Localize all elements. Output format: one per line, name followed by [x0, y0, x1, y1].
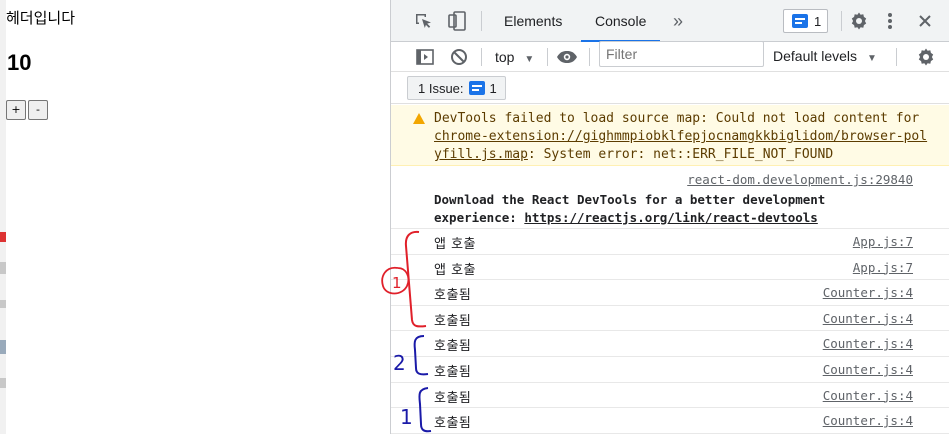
toolbar-divider — [896, 48, 897, 66]
issues-badge[interactable]: 1 — [783, 9, 828, 33]
issues-badge-count: 1 — [814, 13, 822, 29]
more-tabs-icon[interactable]: » — [673, 0, 683, 42]
close-icon[interactable] — [915, 11, 935, 31]
increment-button[interactable]: + — [6, 100, 26, 120]
toolbar-divider — [481, 11, 482, 31]
log-row: 호출됨 Counter.js:4 — [391, 408, 949, 434]
context-selector[interactable]: top ▼ — [495, 42, 534, 72]
log-message: 호출됨 — [434, 416, 472, 432]
log-source-link[interactable]: Counter.js:4 — [823, 413, 913, 428]
counter-buttons: + - — [6, 100, 48, 120]
devtools-panel: Elements Console » 1 top ▼ Filter Defaul… — [390, 0, 949, 434]
log-source-link[interactable]: Counter.js:4 — [823, 336, 913, 351]
tab-console[interactable]: Console — [581, 0, 661, 42]
devtools-tabbar: Elements Console » 1 — [391, 0, 949, 42]
page-header: 헤더입니다 — [6, 9, 76, 27]
log-source-link[interactable]: Counter.js:4 — [823, 285, 913, 300]
log-source-link[interactable]: Counter.js:4 — [823, 311, 913, 326]
console-settings-gear-icon[interactable] — [916, 47, 936, 67]
log-row: 앱 호출 App.js:7 — [391, 229, 949, 255]
react-devtools-link[interactable]: https://reactjs.org/link/react-devtools — [524, 210, 818, 225]
sidebar-toggle-icon[interactable] — [415, 47, 435, 67]
react-devtools-text: Download the React DevTools for a better… — [434, 192, 826, 225]
issues-bar-count: 1 — [489, 80, 497, 96]
issues-button[interactable]: 1 Issue: 1 — [407, 76, 506, 100]
page-frame: 헤더입니다 10 + - — [6, 0, 390, 434]
warning-message: DevTools failed to load source map: Coul… — [391, 105, 949, 166]
log-source-link[interactable]: App.js:7 — [853, 234, 913, 249]
more-options-icon[interactable] — [883, 11, 897, 31]
warning-triangle-icon — [413, 113, 425, 124]
log-row: 호출됨 Counter.js:4 — [391, 306, 949, 332]
settings-gear-icon[interactable] — [849, 11, 869, 31]
toolbar-divider — [481, 48, 482, 66]
log-row: 호출됨 Counter.js:4 — [391, 357, 949, 383]
toolbar-divider — [547, 48, 548, 66]
issues-bar-label: 1 Issue: — [418, 80, 464, 96]
live-expression-eye-icon[interactable] — [556, 47, 578, 67]
dropdown-arrow-icon: ▼ — [524, 54, 535, 65]
toolbar-divider — [589, 48, 590, 66]
log-message: 호출됨 — [434, 313, 472, 329]
dropdown-arrow-icon: ▼ — [866, 53, 877, 64]
issues-bar: 1 Issue: 1 — [391, 73, 949, 104]
message-icon — [792, 14, 808, 28]
log-source-link[interactable]: App.js:7 — [853, 260, 913, 275]
log-message: 호출됨 — [434, 390, 472, 406]
log-row: 앱 호출 App.js:7 — [391, 255, 949, 281]
react-devtools-message: react-dom.development.js:29840 Download … — [391, 167, 949, 229]
log-message: 호출됨 — [434, 288, 472, 304]
message-icon — [468, 81, 485, 95]
inspect-element-icon[interactable] — [413, 11, 433, 31]
log-source-link[interactable]: Counter.js:4 — [823, 388, 913, 403]
log-row: 호출됨 Counter.js:4 — [391, 280, 949, 306]
device-toolbar-icon[interactable] — [447, 10, 467, 32]
browser-page: 헤더입니다 10 + - — [0, 0, 390, 434]
decrement-button[interactable]: - — [28, 100, 48, 120]
log-row: 호출됨 Counter.js:4 — [391, 331, 949, 357]
tab-elements[interactable]: Elements — [504, 0, 562, 42]
console-log-list: 앱 호출 App.js:7 앱 호출 App.js:7 호출됨 Counter.js:… — [391, 229, 949, 434]
log-source-link[interactable]: Counter.js:4 — [823, 362, 913, 377]
log-row: 호출됨 Counter.js:4 — [391, 383, 949, 409]
context-value: top — [495, 49, 515, 65]
filter-input[interactable] — [599, 41, 764, 67]
counter-value: 10 — [7, 50, 32, 75]
message-source-link[interactable]: react-dom.development.js:29840 — [687, 172, 913, 187]
log-message: 호출됨 — [434, 364, 472, 380]
log-message: 앱 호출 — [434, 237, 477, 252]
log-message: 앱 호출 — [434, 262, 477, 278]
log-levels-value: Default levels — [773, 48, 858, 64]
warning-text: DevTools failed to load source map: Coul… — [434, 111, 928, 162]
log-message: 호출됨 — [434, 339, 472, 355]
toolbar-divider — [841, 11, 842, 31]
clear-console-icon[interactable] — [449, 47, 469, 67]
log-levels-dropdown[interactable]: Default levels ▼ — [773, 42, 877, 72]
